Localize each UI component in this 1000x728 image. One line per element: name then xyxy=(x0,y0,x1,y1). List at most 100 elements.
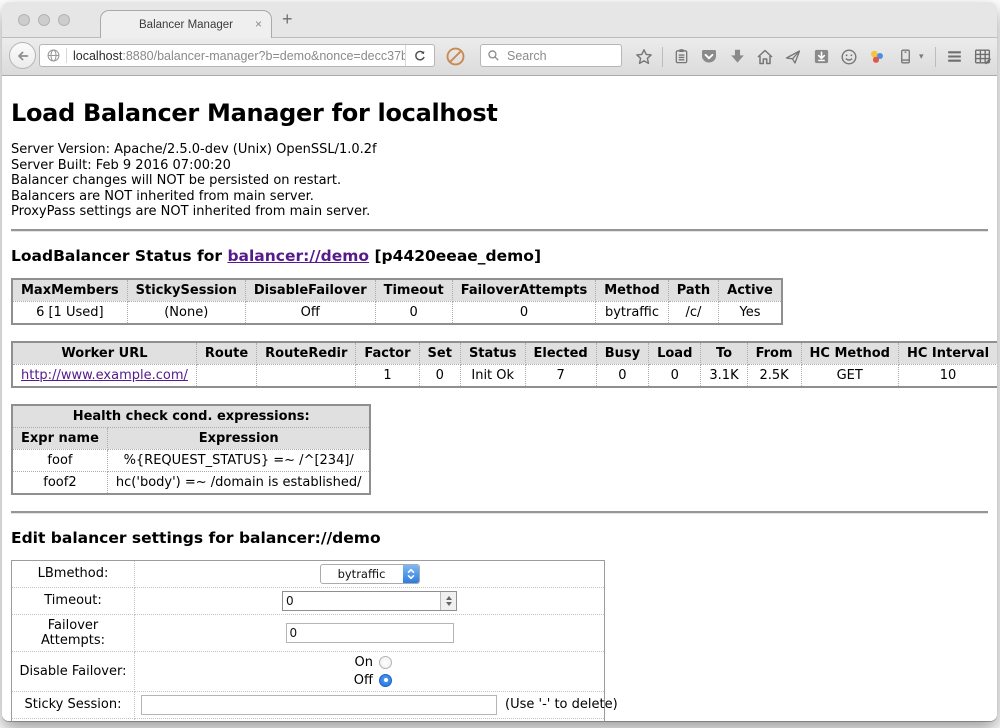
search-input[interactable] xyxy=(505,48,615,64)
search-box[interactable] xyxy=(480,44,622,67)
table-cell: Init Ok xyxy=(460,364,525,387)
radio-off-label: Off xyxy=(347,673,373,688)
table-cell: GET xyxy=(801,364,898,387)
column-header: Route xyxy=(196,342,256,365)
number-spinner-icon[interactable] xyxy=(440,592,456,610)
table-cell xyxy=(257,364,356,387)
globe-icon xyxy=(40,48,67,63)
clipboard-icon[interactable] xyxy=(667,43,695,71)
column-header: FailoverAttempts xyxy=(452,279,596,302)
toolbar-buttons: ▾ xyxy=(630,38,996,75)
column-header: Path xyxy=(668,279,718,302)
toolbar-separator xyxy=(662,47,663,67)
pocket-icon[interactable] xyxy=(695,43,723,71)
table-cell: 0 xyxy=(419,364,460,387)
column-header: From xyxy=(747,342,801,365)
table-cell: Yes xyxy=(719,301,782,324)
search-icon xyxy=(487,49,500,62)
tab-title: Balancer Manager xyxy=(139,19,233,31)
column-header: Method xyxy=(596,279,668,302)
tracking-protection-off-icon[interactable] xyxy=(445,46,466,72)
save-square-icon[interactable] xyxy=(807,43,835,71)
disable-failover-off-radio[interactable] xyxy=(379,674,392,687)
send-plane-icon[interactable] xyxy=(779,43,807,71)
column-header: Expression xyxy=(107,427,370,449)
server-version-line: Server Version: Apache/2.5.0-dev (Unix) … xyxy=(11,142,988,158)
disable-failover-on-radio[interactable] xyxy=(379,656,392,669)
table-row: 6 [1 Used] (None) Off 0 0 bytraffic /c/ … xyxy=(12,301,782,324)
lbmethod-label: LBmethod: xyxy=(12,560,135,587)
table-cell: (None) xyxy=(127,301,245,324)
table-cell: 2.5K xyxy=(747,364,801,387)
table-cell: %{REQUEST_STATUS} =~ /^[234]/ xyxy=(107,449,370,471)
column-header: DisableFailover xyxy=(245,279,375,302)
form-row-lbmethod: LBmethod: bytraffic xyxy=(12,560,605,587)
lbmethod-selected-value: bytraffic xyxy=(321,567,403,581)
back-button[interactable] xyxy=(9,42,36,69)
column-header: To xyxy=(701,342,747,365)
worker-url-link[interactable]: http://www.example.com/ xyxy=(21,368,188,383)
reload-icon xyxy=(413,49,427,63)
sticky-session-input[interactable] xyxy=(141,695,497,715)
window-zoom-button[interactable] xyxy=(58,14,70,26)
table-cell: 0 xyxy=(375,301,452,324)
form-row-add-worker: Add New Worker: Are you sure? xyxy=(12,718,605,721)
feedback-smiley-icon[interactable] xyxy=(835,43,863,71)
device-icon[interactable] xyxy=(891,43,919,71)
server-built-line: Server Built: Feb 9 2016 07:00:20 xyxy=(11,158,988,174)
balancer-status-table: MaxMembers StickySession DisableFailover… xyxy=(11,278,783,325)
status-heading-suffix: [p4420eeae_demo] xyxy=(369,247,541,265)
table-header-row: MaxMembers StickySession DisableFailover… xyxy=(12,279,782,302)
table-cell xyxy=(196,364,256,387)
column-header: RouteRedir xyxy=(257,342,356,365)
grid-notes-icon[interactable] xyxy=(968,43,996,71)
table-cell: foof2 xyxy=(12,471,107,494)
column-header: Elected xyxy=(525,342,596,365)
tab-close-icon[interactable]: × xyxy=(255,17,262,31)
divider xyxy=(11,511,988,514)
table-cell: foof xyxy=(12,449,107,471)
table-cell: 1 xyxy=(356,364,419,387)
radio-on-label: On xyxy=(347,655,373,670)
column-header: MaxMembers xyxy=(12,279,127,302)
sticky-session-hint: (Use '-' to delete) xyxy=(505,697,618,712)
table-cell: 0 xyxy=(452,301,596,324)
balancer-demo-link[interactable]: balancer://demo xyxy=(227,247,369,265)
url-text[interactable]: localhost:8880/balancer-manager?b=demo&n… xyxy=(67,49,405,63)
bookmark-star-icon[interactable] xyxy=(630,43,658,71)
balancer-settings-form: LBmethod: bytraffic Timeout: xyxy=(11,560,605,722)
column-header: HC Method xyxy=(801,342,898,365)
table-cell: bytraffic xyxy=(596,301,668,324)
divider xyxy=(11,229,988,232)
new-tab-button[interactable]: + xyxy=(282,9,293,30)
table-cell: 10 xyxy=(898,364,997,387)
column-header: Worker URL xyxy=(12,342,196,365)
downloads-icon[interactable] xyxy=(723,43,751,71)
proxypass-note-line: ProxyPass settings are NOT inherited fro… xyxy=(11,204,988,220)
timeout-input[interactable] xyxy=(282,591,457,611)
form-row-failover-attempts: Failover Attempts: xyxy=(12,614,605,651)
table-row: http://www.example.com/ 1 0 Init Ok 7 0 … xyxy=(12,364,997,387)
reload-button[interactable] xyxy=(405,45,434,66)
screen: Balancer Manager × + localhost:8880/bala… xyxy=(0,0,1000,728)
window-minimize-button[interactable] xyxy=(38,14,50,26)
column-header: Load xyxy=(649,342,701,365)
column-header: Timeout xyxy=(375,279,452,302)
table-header-row: Health check cond. expressions: xyxy=(12,405,370,428)
failover-attempts-input[interactable] xyxy=(286,623,454,643)
menu-icon[interactable] xyxy=(940,43,968,71)
tab-balancer-manager[interactable]: Balancer Manager × xyxy=(100,10,272,39)
addons-dots-icon[interactable] xyxy=(863,43,891,71)
home-icon[interactable] xyxy=(751,43,779,71)
health-check-table: Health check cond. expressions: Expr nam… xyxy=(11,404,371,495)
url-path: :8880/balancer-manager?b=demo&nonce=decc… xyxy=(122,49,405,63)
timeout-label: Timeout: xyxy=(12,587,135,614)
sticky-session-label: Sticky Session: xyxy=(12,691,135,718)
lbmethod-select[interactable]: bytraffic xyxy=(320,564,420,584)
window-close-button[interactable] xyxy=(18,14,30,26)
chevron-down-icon[interactable]: ▾ xyxy=(919,51,931,62)
table-cell: 0 xyxy=(649,364,701,387)
status-heading-prefix: LoadBalancer Status for xyxy=(11,247,227,265)
tab-bar: Balancer Manager × + xyxy=(2,2,997,38)
url-bar[interactable]: localhost:8880/balancer-manager?b=demo&n… xyxy=(39,44,435,67)
